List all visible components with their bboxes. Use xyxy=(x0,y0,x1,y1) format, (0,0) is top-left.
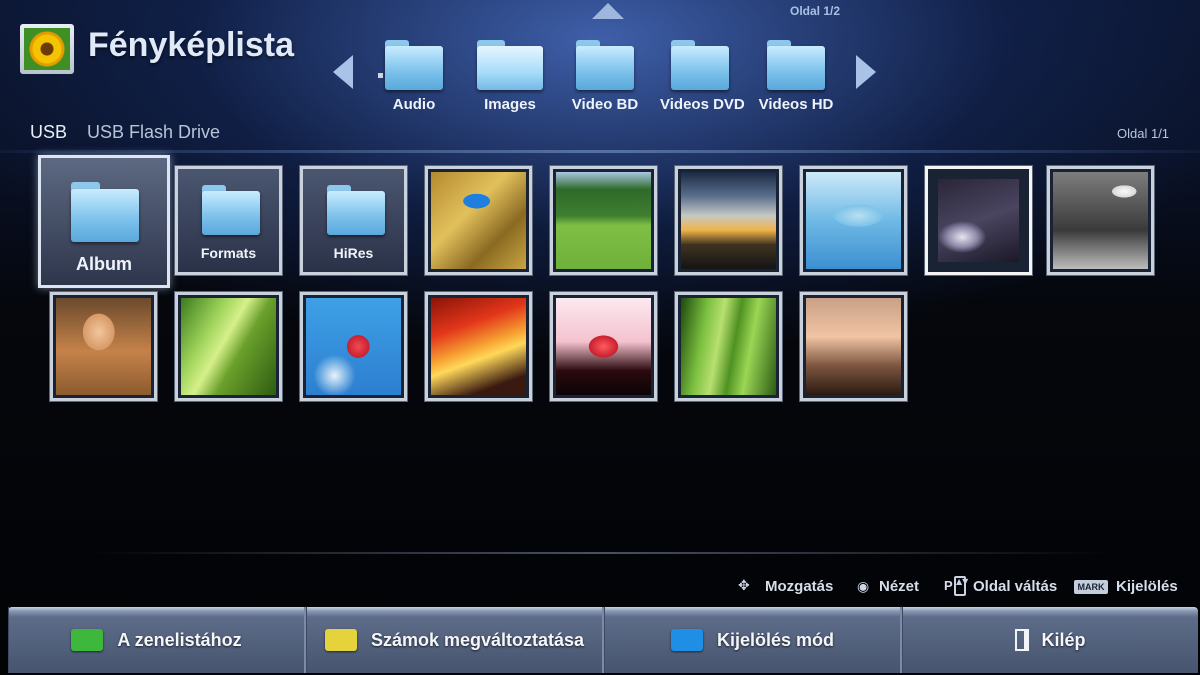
photo-thumbnail-dolphin[interactable] xyxy=(800,166,907,275)
bottom-button-bar: A zenelistához Számok megváltoztatása Ki… xyxy=(8,607,1198,673)
exit-door-icon xyxy=(1015,629,1030,651)
folder-icon xyxy=(327,185,385,235)
scroll-right-arrow-icon[interactable] xyxy=(856,55,876,89)
view-button-icon: ◉ xyxy=(857,579,870,595)
folder-icon xyxy=(767,40,825,90)
hint-mark: Kijelölés xyxy=(1116,578,1178,595)
location-drive: USB Flash Drive xyxy=(87,122,221,142)
yellow-swatch-icon xyxy=(324,629,357,651)
location-divider xyxy=(0,150,1200,153)
hint-move: Mozgatás xyxy=(765,578,834,595)
photo-thumbnail-birds[interactable] xyxy=(1047,166,1154,275)
photo-thumbnail-fire[interactable] xyxy=(425,292,532,401)
bottom-divider xyxy=(90,552,1110,554)
photo-thumbnail-red-flower[interactable] xyxy=(300,292,407,401)
folder-icon xyxy=(202,185,260,235)
open-folder-icon xyxy=(477,40,543,90)
folder-icon xyxy=(385,40,443,90)
photo-list-app-icon xyxy=(20,24,74,74)
folder-icon xyxy=(71,182,139,242)
top-folder-videos-hd[interactable]: Videos HD xyxy=(756,40,836,113)
exit-button[interactable]: Kilép xyxy=(902,607,1198,673)
scroll-up-arrow-icon[interactable] xyxy=(592,3,624,19)
photo-thumbnail-red-tree[interactable] xyxy=(550,292,657,401)
photo-thumbnail-grass[interactable] xyxy=(675,292,782,401)
top-folder-videos-dvd[interactable]: Videos DVD xyxy=(660,40,745,113)
photo-thumbnail-light-streak[interactable] xyxy=(925,166,1032,275)
location-device: USB xyxy=(30,122,68,142)
grid-folder-formats[interactable]: Formats xyxy=(175,166,282,275)
scroll-left-arrow-icon[interactable] xyxy=(333,55,353,89)
green-swatch-icon xyxy=(71,629,104,651)
photo-thumbnail-dusk-reeds[interactable] xyxy=(800,292,907,401)
grid-page-indicator: Oldal 1/1 xyxy=(1117,126,1170,141)
page-p-icon: P xyxy=(944,578,953,593)
page-rocker-icon: ▲▼ xyxy=(954,576,968,596)
photo-thumbnail-portrait[interactable] xyxy=(50,292,157,401)
photo-thumbnail-butterfly[interactable] xyxy=(425,166,532,275)
hint-page-change: Oldal váltás xyxy=(973,578,1058,595)
folder-page-indicator: Oldal 1/2 xyxy=(790,4,841,18)
mark-button-icon: MARK xyxy=(1074,580,1108,594)
photo-thumbnail-sunset[interactable] xyxy=(675,166,782,275)
folder-icon xyxy=(671,40,729,90)
blue-swatch-icon xyxy=(670,629,703,651)
top-folder-video-bd[interactable]: Video BD xyxy=(565,40,645,113)
top-folder-images[interactable]: Images xyxy=(470,40,550,113)
hint-view: Nézet xyxy=(879,578,920,595)
blue-button[interactable]: Kijelölés mód xyxy=(604,607,902,673)
grid-folder-album[interactable]: Album xyxy=(38,155,170,288)
grid-folder-hires[interactable]: HiRes xyxy=(300,166,407,275)
top-folder-audio[interactable]: Audio xyxy=(374,40,454,113)
yellow-button[interactable]: Számok megváltoztatása xyxy=(306,607,604,673)
photo-thumbnail-horses[interactable] xyxy=(550,166,657,275)
folder-icon xyxy=(576,40,634,90)
page-title: Fényképlista xyxy=(88,26,294,64)
green-button[interactable]: A zenelistához xyxy=(8,607,306,673)
photo-thumbnail-leaf[interactable] xyxy=(175,292,282,401)
move-arrows-icon: ✥ xyxy=(738,578,750,594)
